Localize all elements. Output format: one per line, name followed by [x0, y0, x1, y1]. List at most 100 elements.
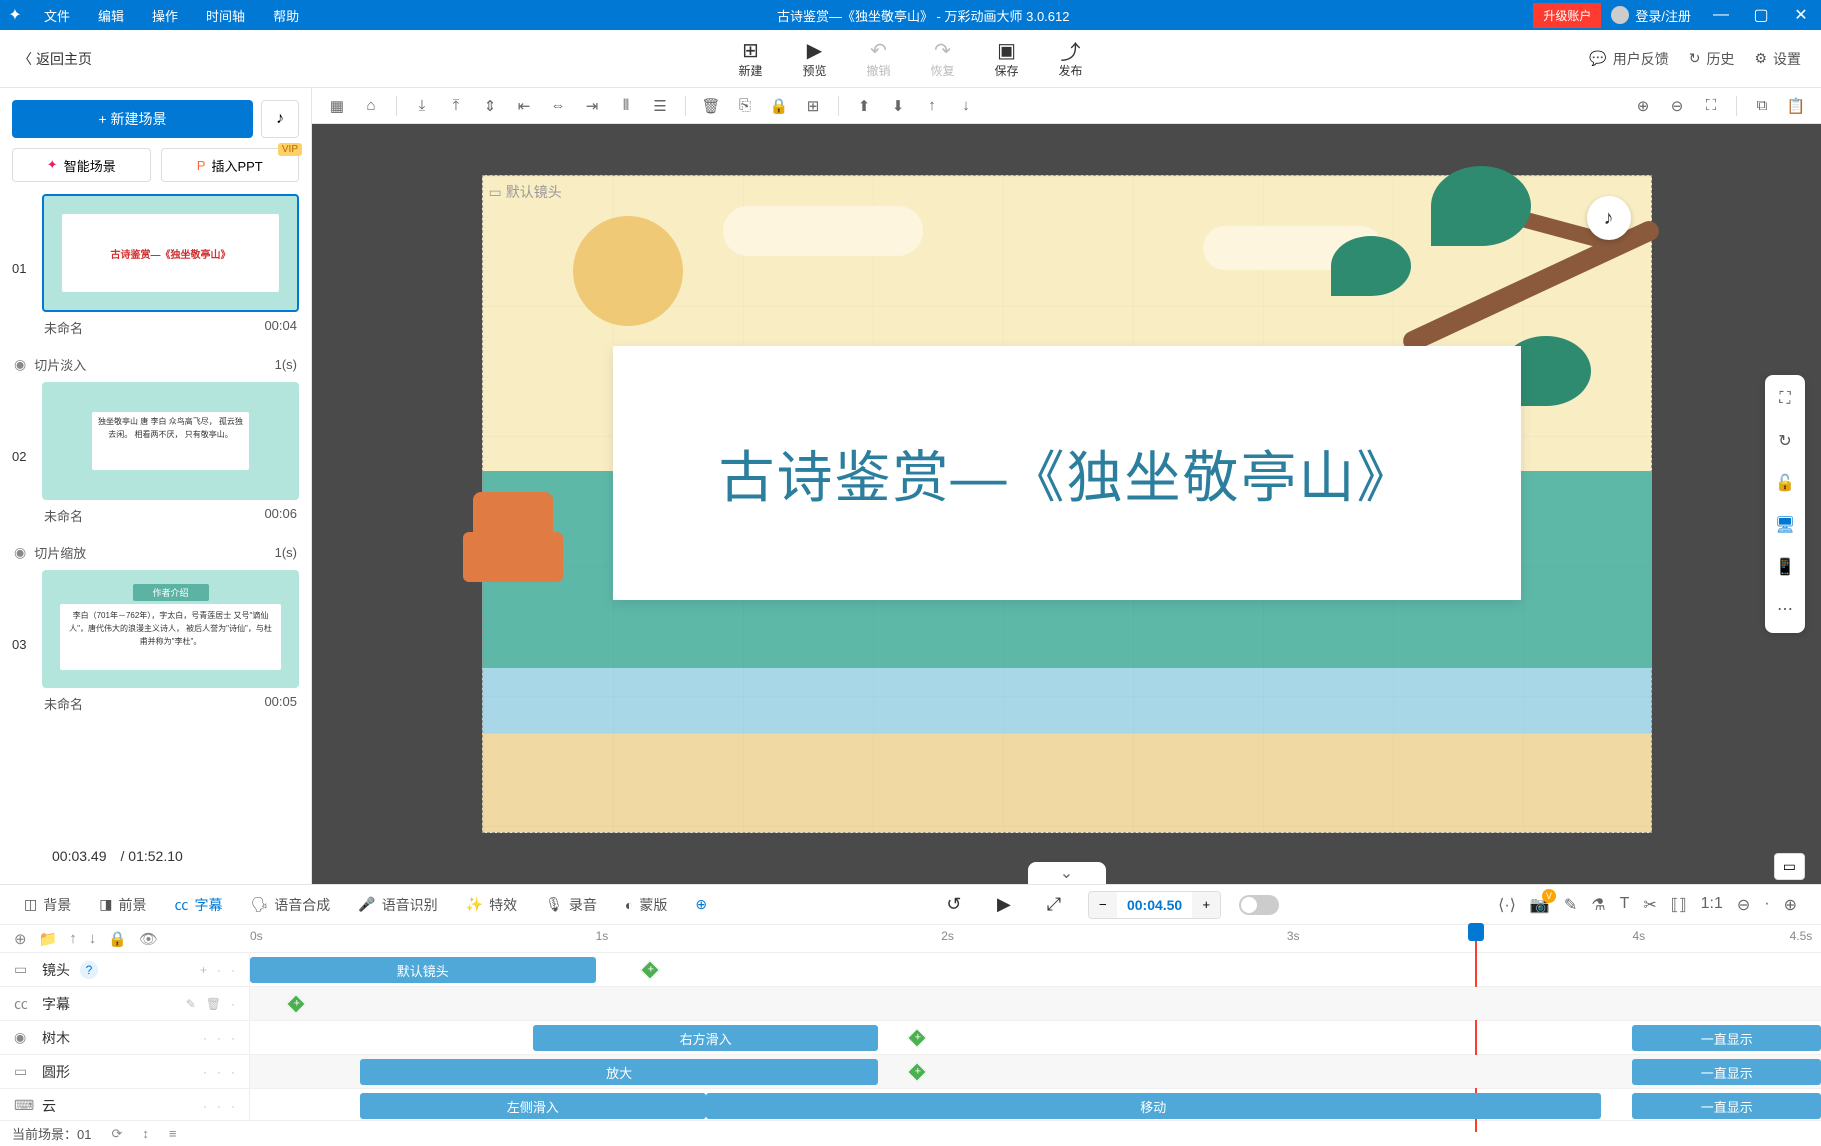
align-top-icon[interactable]: ⤓	[407, 92, 437, 120]
minimize-button[interactable]: —	[1701, 6, 1741, 24]
track-dot[interactable]: ·	[231, 963, 235, 977]
clip-slide-right[interactable]: 右方滑入	[533, 1025, 879, 1051]
ai-scene-button[interactable]: ✦智能场景	[12, 148, 151, 182]
tab-background[interactable]: ◫背景	[12, 889, 83, 921]
track-lane[interactable]: 放大 一直显示	[250, 1055, 1821, 1088]
align-right-icon[interactable]: ⇥	[577, 92, 607, 120]
group-icon[interactable]: ⊞	[798, 92, 828, 120]
rotate-icon[interactable]: ↻	[1771, 427, 1799, 455]
track-lane[interactable]: 左侧滑入 移动 一直显示	[250, 1089, 1821, 1120]
help-icon[interactable]: ?	[80, 961, 98, 979]
save-button[interactable]: ▣保存	[995, 38, 1019, 79]
login-button[interactable]: 登录/注册	[1601, 6, 1701, 25]
fullscreen-icon[interactable]: ⛶	[1771, 385, 1799, 413]
track-dot[interactable]: ·	[217, 1065, 221, 1079]
home-icon[interactable]: ⌂	[356, 92, 386, 120]
scene-item-1[interactable]: 01 古诗鉴赏—《独坐敬亭山》 未命名00:04	[12, 194, 299, 343]
expand-button[interactable]: ⤢	[1038, 889, 1070, 921]
snap-toggle[interactable]	[1239, 895, 1279, 915]
track-dot[interactable]: ·	[203, 1031, 207, 1045]
track-dot[interactable]: ·	[203, 1099, 207, 1113]
fit-icon[interactable]: ⛶	[1696, 92, 1726, 120]
align-left-icon[interactable]: ⇤	[509, 92, 539, 120]
title-text[interactable]: 古诗鉴赏—《独坐敬亭山》	[613, 346, 1521, 600]
keyframe-add[interactable]	[286, 994, 306, 1014]
back-home-button[interactable]: 〈 返回主页	[0, 49, 110, 69]
align-vcenter-icon[interactable]: ⇕	[475, 92, 505, 120]
add-track-icon[interactable]: ⊕	[14, 930, 27, 948]
distribute-v-icon[interactable]: ☰	[645, 92, 675, 120]
distribute-h-icon[interactable]: ⫴	[611, 92, 641, 120]
layers-icon[interactable]: ≡	[169, 1126, 177, 1141]
more-icon[interactable]: ⋯	[1771, 595, 1799, 623]
track-dot[interactable]: ·	[231, 997, 235, 1011]
align-hcenter-icon[interactable]: ⇔	[543, 92, 573, 120]
track-dot[interactable]: +	[200, 963, 207, 977]
trash-icon[interactable]: 🗑	[206, 997, 221, 1011]
marker-icon[interactable]: ⟦⟧	[1671, 895, 1687, 915]
text-tool-icon[interactable]: T	[1620, 895, 1630, 915]
split-icon[interactable]: ✂	[1643, 895, 1656, 915]
track-dot[interactable]: ·	[203, 1065, 207, 1079]
folder-icon[interactable]: 📁	[39, 930, 58, 948]
time-minus-button[interactable]: −	[1089, 892, 1117, 918]
rewind-button[interactable]: ↺	[938, 889, 970, 921]
slide[interactable]: ▭默认镜头 古诗鉴赏—《独坐敬亭山》 ♪	[482, 175, 1652, 833]
lock-icon[interactable]: 🔒	[764, 92, 794, 120]
zoom-in-tl-icon[interactable]: ⊕	[1784, 895, 1797, 915]
tab-asr[interactable]: 🎤语音识别	[346, 889, 449, 921]
new-scene-button[interactable]: + 新建场景	[12, 100, 253, 138]
track-dot[interactable]: ·	[231, 1031, 235, 1045]
keyframe-add[interactable]	[907, 1062, 927, 1082]
preview-button[interactable]: ▶预览	[802, 38, 826, 79]
mobile-icon[interactable]: 📱	[1771, 553, 1799, 581]
track-lane[interactable]: 右方滑入 一直显示	[250, 1021, 1821, 1054]
track-dot[interactable]: ·	[217, 1099, 221, 1113]
align-bottom-icon[interactable]: ⤒	[441, 92, 471, 120]
backward-icon[interactable]: ↓	[951, 92, 981, 120]
lock-all-icon[interactable]: 🔒	[108, 930, 127, 948]
up-icon[interactable]: ↑	[69, 930, 77, 947]
duplicate-icon[interactable]: ⧉	[1747, 92, 1777, 120]
music-badge[interactable]: ♪	[1587, 196, 1631, 240]
eye-icon[interactable]: 👁	[139, 930, 158, 948]
scene-thumbnail[interactable]: 独坐敬亭山 唐 李白 众鸟高飞尽， 孤云独去闲。 相看两不厌， 只有敬亭山。	[42, 382, 299, 500]
edit-tool-icon[interactable]: ✎	[1564, 895, 1577, 915]
insert-ppt-button[interactable]: P插入PPTVIP	[161, 148, 300, 182]
menu-timeline[interactable]: 时间轴	[192, 6, 259, 25]
desktop-icon[interactable]: 🖥	[1771, 511, 1799, 539]
music-button[interactable]: ♪	[261, 100, 299, 138]
redo-button[interactable]: ↷恢复	[931, 38, 955, 79]
play-button[interactable]: ▶	[988, 889, 1020, 921]
clip-zoom[interactable]: 放大	[360, 1059, 878, 1085]
camera-tool-icon[interactable]: 📷V	[1530, 895, 1550, 915]
track-dot[interactable]: ·	[231, 1099, 235, 1113]
menu-file[interactable]: 文件	[30, 6, 84, 25]
tab-effect[interactable]: ✨特效	[454, 889, 529, 921]
zoom-in-icon[interactable]: ⊕	[1628, 92, 1658, 120]
clip-camera[interactable]: 默认镜头	[250, 957, 596, 983]
publish-button[interactable]: ⤴发布	[1059, 38, 1083, 79]
tab-more[interactable]: ⊕	[683, 890, 719, 919]
menu-action[interactable]: 操作	[138, 6, 192, 25]
tab-record[interactable]: 🎙录音	[533, 889, 609, 921]
forward-icon[interactable]: ↑	[917, 92, 947, 120]
scene-item-3[interactable]: 03 作者介绍李白（701年－762年），字太白，号青莲居士 又号"谪仙人"，唐…	[12, 570, 299, 719]
keyframe-in-icon[interactable]: ⟨·⟩	[1498, 895, 1516, 915]
zoom-out-icon[interactable]: ⊖	[1662, 92, 1692, 120]
track-dot[interactable]: ·	[217, 1031, 221, 1045]
grid-icon[interactable]: ▦	[322, 92, 352, 120]
upgrade-button[interactable]: 升级账户	[1533, 3, 1601, 28]
close-button[interactable]: ✕	[1781, 5, 1821, 25]
timeline-ruler[interactable]: 0s 1s 2s 3s 4s 4.5s	[250, 925, 1821, 952]
track-dot[interactable]: ·	[217, 963, 221, 977]
keyframe-add[interactable]	[640, 960, 660, 980]
collapse-handle[interactable]: ⌄	[1028, 862, 1106, 884]
filter-icon[interactable]: ⚗	[1591, 895, 1605, 915]
transition-row[interactable]: ◉切片缩放1(s)	[12, 539, 299, 570]
clip-move[interactable]: 移动	[706, 1093, 1601, 1119]
tab-subtitle[interactable]: ㏄字幕	[162, 889, 234, 921]
ratio-icon[interactable]: 1:1	[1701, 895, 1723, 915]
maximize-button[interactable]: ▢	[1741, 5, 1781, 25]
canvas-viewport[interactable]: ▭默认镜头 古诗鉴赏—《独坐敬亭山》 ♪ ⛶ ↻ 🔓 🖥 📱 ⋯	[312, 124, 1821, 884]
